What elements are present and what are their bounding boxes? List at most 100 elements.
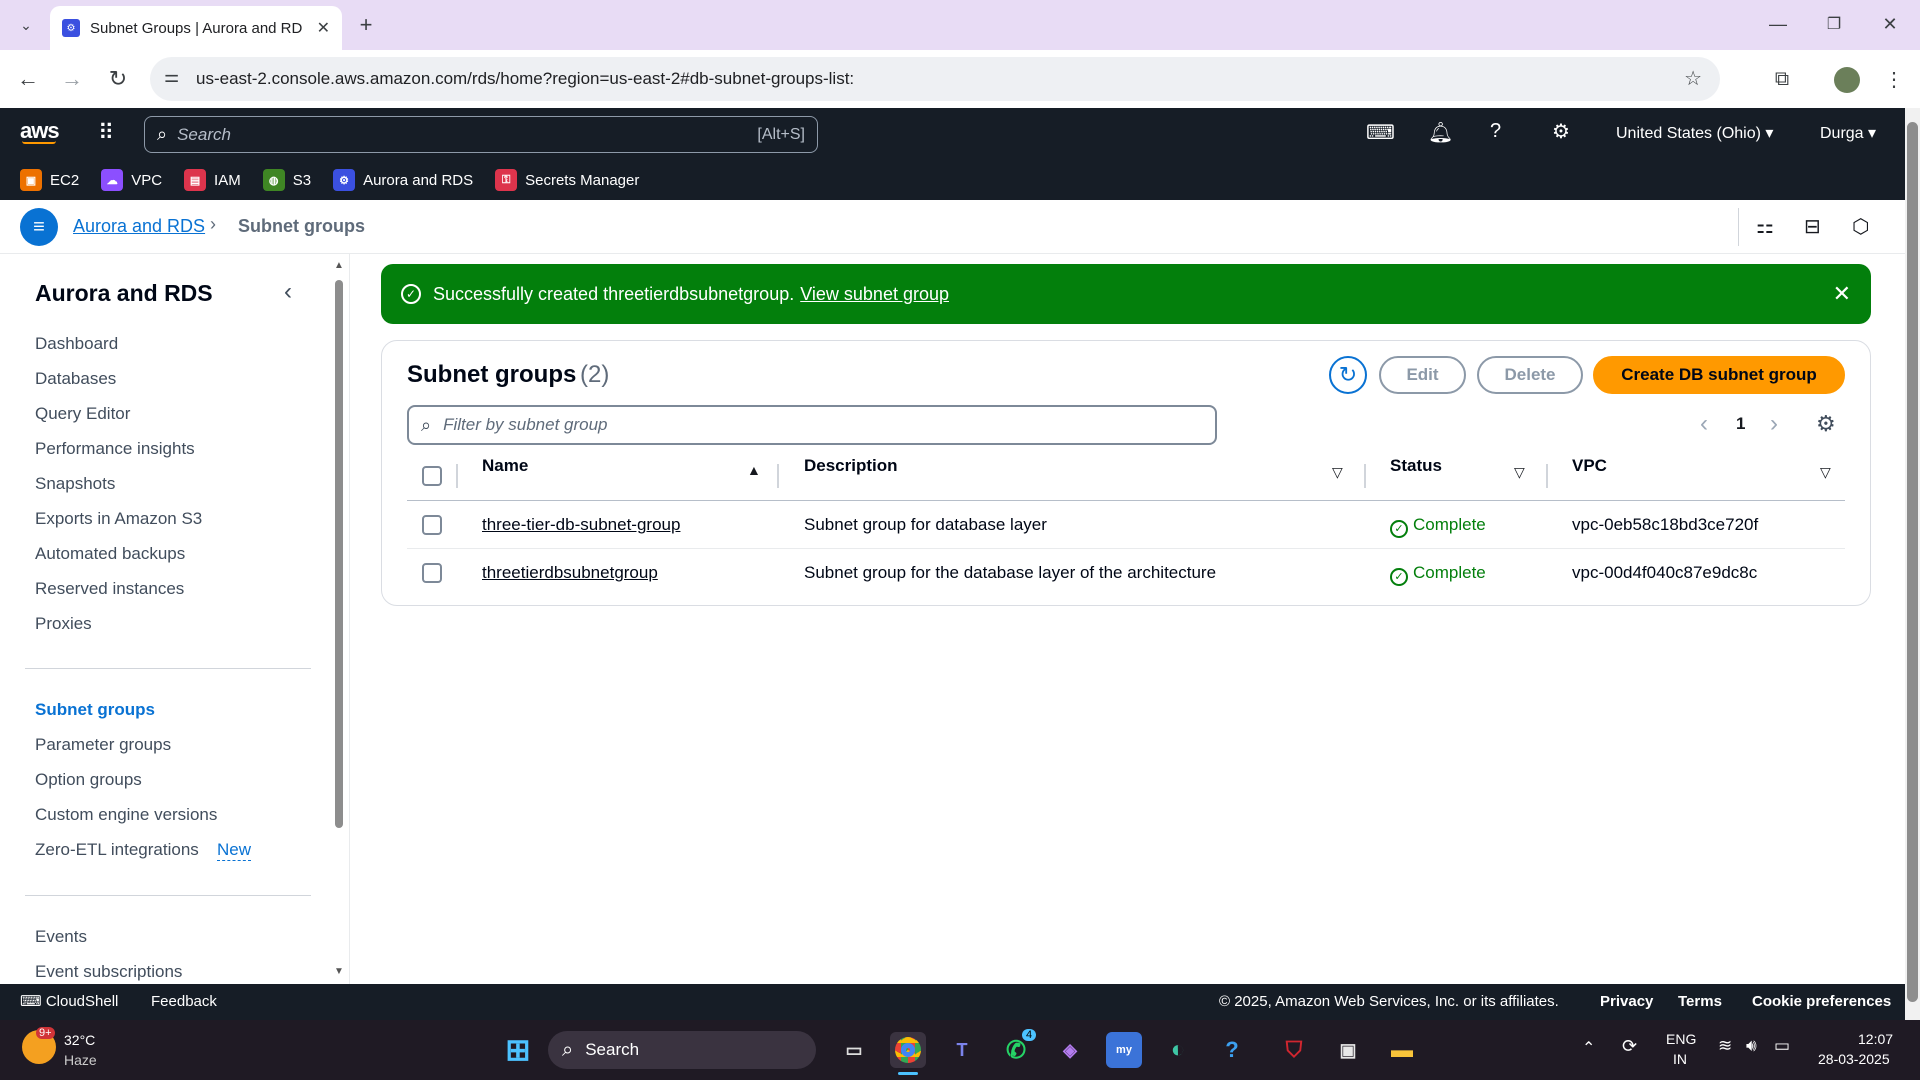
aws-search-input[interactable]: ⌕ Search [Alt+S] <box>144 116 818 153</box>
notifications-bell-icon[interactable]: 🔔︎ <box>1428 120 1453 145</box>
clock-time[interactable]: 12:07 <box>1858 1031 1893 1047</box>
column-header-description[interactable]: Description <box>804 456 898 476</box>
chrome-menu-icon[interactable]: ⋮ <box>1876 61 1912 97</box>
sync-icon[interactable]: ⟳ <box>1622 1036 1637 1057</box>
tutorial-panel-icon[interactable]: ⊟ <box>1804 214 1821 239</box>
cloudshell-icon[interactable]: ⌨ <box>1366 120 1395 145</box>
column-header-vpc[interactable]: VPC <box>1572 456 1607 476</box>
cookie-preferences-link[interactable]: Cookie preferences <box>1752 993 1891 1010</box>
new-tab-icon[interactable]: + <box>348 7 384 43</box>
address-bar[interactable]: ⚌ us-east-2.console.aws.amazon.com/rds/h… <box>150 57 1720 101</box>
back-icon[interactable]: ← <box>10 61 46 97</box>
filter-input[interactable]: ⌕ Filter by subnet group <box>407 405 1217 445</box>
browser-tab[interactable]: ⚙ Subnet Groups | Aurora and RD ✕ <box>50 6 342 50</box>
copilot-icon[interactable]: ◈ <box>1052 1032 1088 1068</box>
help-panel-icon[interactable]: ⬡ <box>1852 214 1869 239</box>
subnet-group-name-link[interactable]: three-tier-db-subnet-group <box>482 515 680 535</box>
reload-icon[interactable]: ↻ <box>100 61 136 97</box>
tab-search-icon[interactable]: ⌄ <box>8 7 44 43</box>
nav-item-automated-backups[interactable]: Automated backups <box>35 544 185 564</box>
favorite-secrets-manager[interactable]: ⚿ Secrets Manager <box>495 169 639 191</box>
favorite-ec2[interactable]: ▣ EC2 <box>20 169 79 191</box>
column-header-status[interactable]: Status <box>1390 456 1442 476</box>
favorite-aurora-rds[interactable]: ⚙ Aurora and RDS <box>333 169 473 191</box>
nav-item-event-subscriptions[interactable]: Event subscriptions <box>35 962 182 982</box>
nav-item-events[interactable]: Events <box>35 927 87 947</box>
language-in[interactable]: IN <box>1673 1051 1687 1067</box>
nav-item-subnet-groups[interactable]: Subnet groups <box>35 700 155 720</box>
region-selector[interactable]: United States (Ohio) ▾ <box>1616 123 1773 143</box>
prev-page-icon[interactable]: ‹ <box>1700 410 1708 438</box>
column-header-name[interactable]: Name <box>482 456 528 476</box>
taskbar-search[interactable]: ⌕ Search <box>548 1031 816 1069</box>
nav-item-parameter-groups[interactable]: Parameter groups <box>35 735 171 755</box>
terms-link[interactable]: Terms <box>1678 993 1722 1010</box>
row-checkbox[interactable] <box>422 563 442 583</box>
file-explorer-icon[interactable]: ▬ <box>1384 1032 1420 1068</box>
nav-item-reserved-instances[interactable]: Reserved instances <box>35 579 184 599</box>
nav-item-exports-s3[interactable]: Exports in Amazon S3 <box>35 509 202 529</box>
nav-item-custom-engine-versions[interactable]: Custom engine versions <box>35 805 217 825</box>
nav-item-snapshots[interactable]: Snapshots <box>35 474 115 494</box>
site-info-icon[interactable]: ⚌ <box>164 67 179 87</box>
clock-date[interactable]: 28-03-2025 <box>1818 1051 1890 1067</box>
windows-start-icon[interactable]: ⊞ <box>500 1032 536 1068</box>
next-page-icon[interactable]: › <box>1770 410 1778 438</box>
sidebar-scroll-thumb[interactable] <box>335 280 343 828</box>
edit-button[interactable]: Edit <box>1379 356 1466 394</box>
mylaptop-icon[interactable]: my <box>1106 1032 1142 1068</box>
chrome-icon[interactable] <box>890 1032 926 1068</box>
language-eng[interactable]: ENG <box>1666 1031 1696 1047</box>
teams-icon[interactable]: T <box>944 1032 980 1068</box>
wifi-icon[interactable]: ≋ <box>1718 1036 1732 1056</box>
nav-item-query-editor[interactable]: Query Editor <box>35 404 130 424</box>
sort-icon[interactable]: ▽ <box>1514 464 1525 481</box>
show-hidden-icons[interactable]: ⌃ <box>1582 1038 1595 1058</box>
restore-icon[interactable]: ❐ <box>1816 6 1852 42</box>
nav-item-performance-insights[interactable]: Performance insights <box>35 439 195 459</box>
battery-icon[interactable]: ▭ <box>1774 1036 1790 1056</box>
sort-ascending-icon[interactable]: ▲ <box>747 462 761 478</box>
row-checkbox[interactable] <box>422 515 442 535</box>
cloudshell-footer-button[interactable]: ⌨ CloudShell <box>20 992 118 1010</box>
hamburger-menu-icon[interactable]: ≡ <box>20 208 58 246</box>
feedback-link[interactable]: Feedback <box>151 993 217 1010</box>
mcafee-icon[interactable]: ⛉ <box>1276 1032 1312 1068</box>
collapse-sidebar-icon[interactable]: ‹ <box>284 278 292 306</box>
extensions-icon[interactable]: ⧉ <box>1764 61 1800 97</box>
services-grid-icon[interactable]: ⠿ <box>98 120 114 146</box>
get-help-icon[interactable]: ? <box>1214 1032 1250 1068</box>
scroll-down-icon[interactable]: ▼ <box>334 966 344 977</box>
view-subnet-group-link[interactable]: View subnet group <box>800 284 949 305</box>
sort-icon[interactable]: ▽ <box>1332 464 1343 481</box>
nav-item-proxies[interactable]: Proxies <box>35 614 92 634</box>
new-badge[interactable]: New <box>217 840 252 861</box>
favorite-s3[interactable]: ◍ S3 <box>262 169 311 191</box>
create-db-subnet-group-button[interactable]: Create DB subnet group <box>1593 356 1845 394</box>
help-icon[interactable]: ? <box>1490 120 1501 143</box>
info-panel-icon[interactable]: ⚏ <box>1756 214 1774 239</box>
nav-item-dashboard[interactable]: Dashboard <box>35 334 118 354</box>
table-preferences-icon[interactable]: ⚙ <box>1816 411 1836 437</box>
favorite-iam[interactable]: ▤ IAM <box>184 169 241 191</box>
edge-icon[interactable]: ◐ <box>1160 1032 1196 1068</box>
task-view-icon[interactable]: ▭ <box>836 1032 872 1068</box>
scroll-up-icon[interactable]: ▲ <box>334 260 344 271</box>
breadcrumb-root-link[interactable]: Aurora and RDS <box>73 216 205 237</box>
volume-icon[interactable]: 🔊︎ <box>1746 1036 1757 1056</box>
minimize-icon[interactable]: — <box>1760 6 1796 42</box>
close-tab-icon[interactable]: ✕ <box>317 18 330 38</box>
nav-item-option-groups[interactable]: Option groups <box>35 770 142 790</box>
profile-avatar[interactable] <box>1834 67 1860 93</box>
sort-icon[interactable]: ▽ <box>1820 464 1831 481</box>
close-window-icon[interactable]: ✕ <box>1872 6 1908 42</box>
page-scroll-thumb[interactable] <box>1907 122 1918 1002</box>
subnet-group-name-link[interactable]: threetierdbsubnetgroup <box>482 563 658 583</box>
nav-item-zero-etl[interactable]: Zero-ETL integrations <box>35 840 199 860</box>
sidebar-scrollbar[interactable]: ▲ ▼ <box>334 260 344 980</box>
settings-gear-icon[interactable]: ⚙ <box>1552 119 1570 144</box>
bookmark-star-icon[interactable]: ☆ <box>1684 66 1702 91</box>
microsoft-store-icon[interactable]: ▣ <box>1330 1032 1366 1068</box>
privacy-link[interactable]: Privacy <box>1600 993 1653 1010</box>
dismiss-flash-icon[interactable]: ✕ <box>1833 281 1851 307</box>
